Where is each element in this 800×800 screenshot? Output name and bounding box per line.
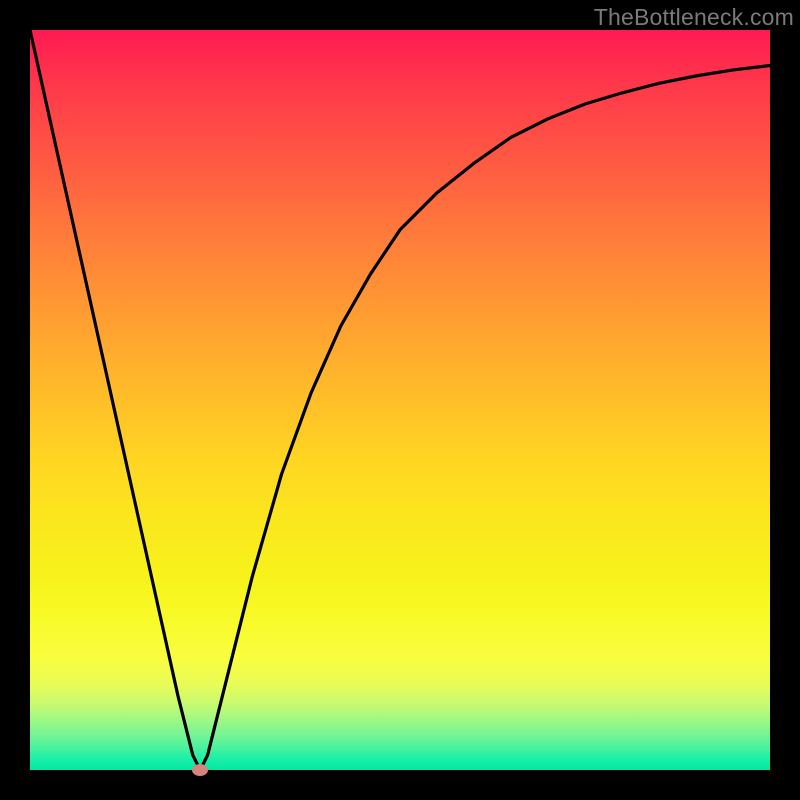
- bottleneck-curve: [30, 30, 770, 770]
- plot-area: [30, 30, 770, 770]
- watermark-text: TheBottleneck.com: [594, 4, 794, 31]
- optimal-point-marker: [192, 764, 208, 776]
- chart-frame: TheBottleneck.com: [0, 0, 800, 800]
